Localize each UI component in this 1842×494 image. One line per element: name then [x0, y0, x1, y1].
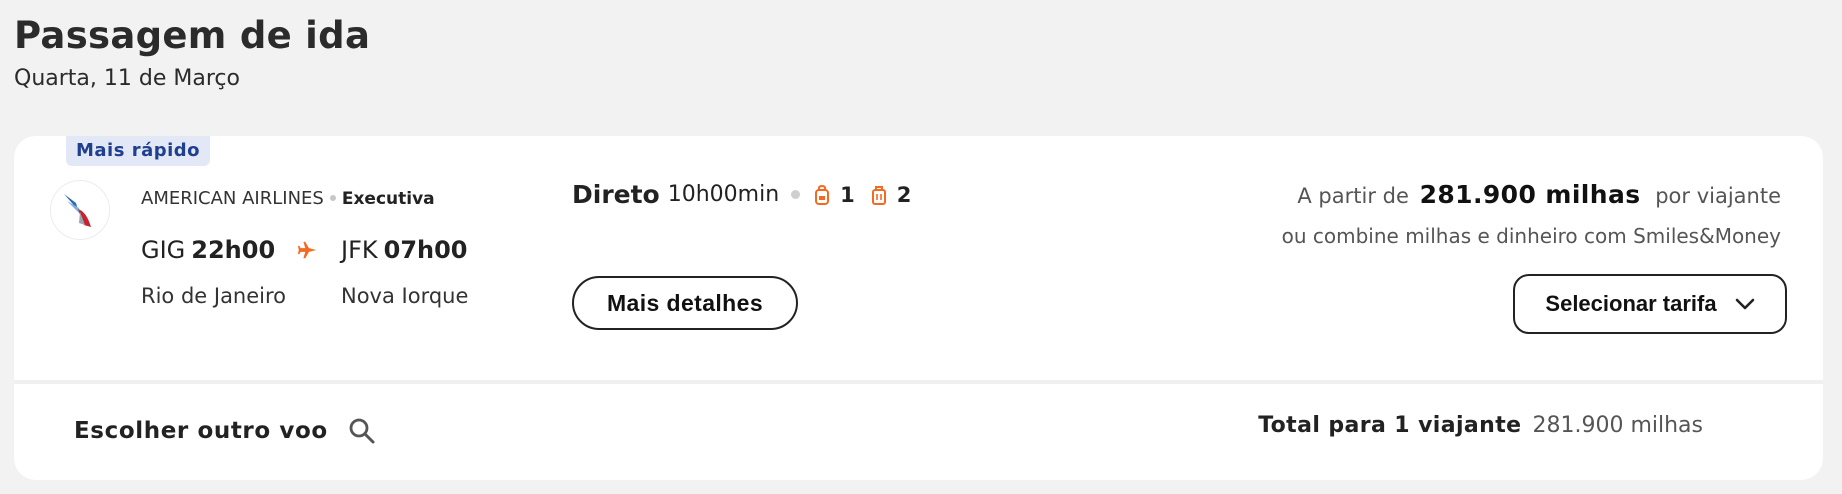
- price-line: A partir de 281.900 milhas por viajante: [1297, 180, 1781, 209]
- departure-city: Rio de Janeiro: [141, 284, 287, 308]
- flight-duration: 10h00min: [667, 182, 780, 207]
- checked-bag-count: 2: [896, 182, 912, 207]
- arrival-time: 07h00: [383, 236, 468, 264]
- arrival-city: Nova Iorque: [341, 284, 469, 308]
- arrival-code: JFK: [341, 236, 378, 264]
- arrival-info: JFK 07h00: [341, 236, 468, 264]
- stops-label: Direto: [572, 180, 660, 209]
- flight-card: Mais rápido AMERICAN AIRLINES Executiva G…: [14, 136, 1823, 480]
- cabin-class: Executiva: [341, 189, 435, 209]
- separator-dot: [791, 190, 801, 199]
- select-fare-label: Selecionar tarifa: [1545, 291, 1717, 316]
- plane-icon: [297, 241, 317, 259]
- chevron-down-icon: [1735, 298, 1754, 310]
- price-per-label: por viajante: [1655, 184, 1781, 208]
- airline-info: AMERICAN AIRLINES Executiva: [141, 188, 435, 209]
- page-title: Passagem de ida: [14, 14, 371, 57]
- airline-name: AMERICAN AIRLINES: [141, 188, 324, 209]
- departure-code: GIG: [141, 236, 186, 264]
- suitcase-icon: [871, 185, 886, 205]
- backpack-icon: [815, 184, 830, 205]
- choose-other-flight-link[interactable]: Escolher outro voo: [74, 417, 376, 445]
- select-fare-button[interactable]: Selecionar tarifa: [1513, 274, 1787, 334]
- american-airlines-logo: [50, 180, 110, 240]
- choose-other-flight-label: Escolher outro voo: [74, 418, 328, 444]
- fastest-badge: Mais rápido: [66, 136, 211, 166]
- price-from-label: A partir de: [1297, 184, 1409, 208]
- carry-on-count: 1: [840, 182, 855, 207]
- page-subtitle-date: Quarta, 11 de Março: [14, 66, 240, 91]
- departure-info: GIG 22h00: [141, 236, 275, 264]
- card-divider: [14, 380, 1823, 384]
- total-value: 281.900 milhas: [1532, 413, 1703, 438]
- total-label: Total para 1 viajante: [1258, 413, 1522, 438]
- separator-dot: [329, 195, 336, 201]
- departure-time: 22h00: [191, 236, 276, 264]
- search-icon: [349, 418, 375, 444]
- price-value: 281.900 milhas: [1419, 180, 1641, 209]
- smiles-money-text: ou combine milhas e dinheiro com Smiles&…: [1281, 224, 1781, 248]
- total-summary: Total para 1 viajante 281.900 milhas: [1258, 413, 1703, 438]
- flight-summary: Direto 10h00min 1 2: [572, 180, 927, 209]
- more-details-button[interactable]: Mais detalhes: [572, 276, 798, 330]
